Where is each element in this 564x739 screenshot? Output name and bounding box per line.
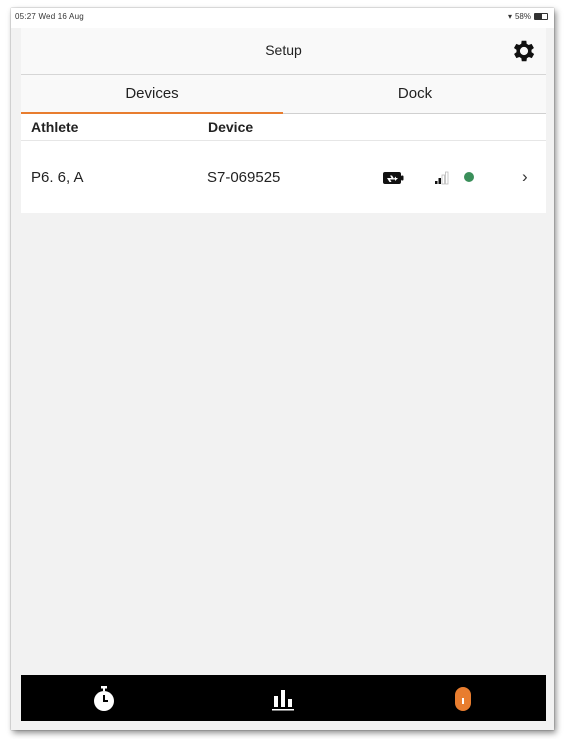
- signal-icon: [435, 171, 449, 185]
- status-bar: 05:27 Wed 16 Aug ▾ 58%: [11, 8, 554, 28]
- column-header: Athlete Device: [21, 114, 546, 141]
- status-right: ▾ 58%: [508, 12, 548, 21]
- device-icon[interactable]: [448, 684, 478, 714]
- nav-bar: Setup: [21, 28, 546, 75]
- tab-devices[interactable]: Devices: [21, 75, 283, 114]
- column-athlete: Athlete: [31, 119, 79, 135]
- app-window: 05:27 Wed 16 Aug ▾ 58% Setup Devices Doc…: [11, 8, 554, 730]
- status-battery-icon: [534, 13, 548, 20]
- column-device: Device: [208, 119, 254, 135]
- table-row[interactable]: P6. 6, A S7-069525 ›: [21, 141, 546, 213]
- battery-percent: 58%: [514, 12, 531, 21]
- tab-dock[interactable]: Dock: [284, 75, 546, 113]
- status-time-date: 05:27 Wed 16 Aug: [15, 12, 84, 21]
- device-cell: S7-069525: [207, 169, 281, 186]
- athlete-cell: P6. 6, A: [31, 169, 84, 186]
- page-title: Setup: [265, 42, 302, 58]
- segment-tabs: Devices Dock: [21, 75, 546, 114]
- status-dot: [464, 172, 474, 182]
- tab-bar: [21, 675, 546, 721]
- battery-charging-icon: [383, 172, 404, 184]
- gear-icon[interactable]: [510, 37, 538, 65]
- stopwatch-icon[interactable]: [89, 684, 119, 714]
- chevron-right-icon: ›: [522, 167, 528, 186]
- bar-chart-icon[interactable]: [268, 684, 298, 714]
- wifi-icon: ▾: [507, 12, 512, 21]
